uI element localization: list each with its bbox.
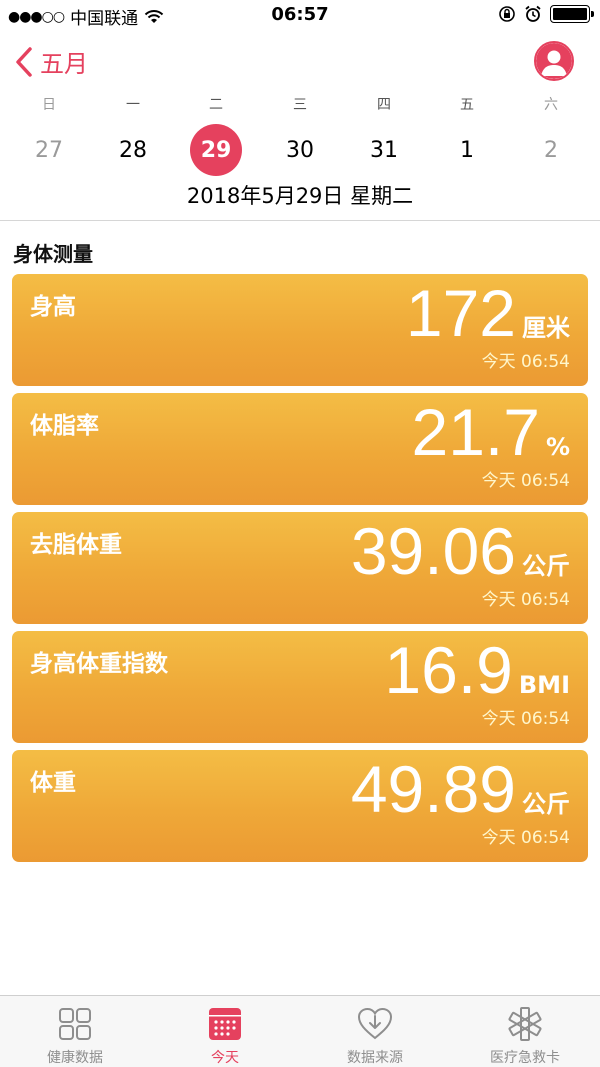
selected-date-label: 2018年5月29日 星期二 bbox=[186, 184, 414, 208]
person-icon bbox=[536, 43, 572, 79]
status-bar: ●●●○○ 中国联通 06:57 bbox=[0, 0, 600, 30]
profile-button[interactable] bbox=[534, 41, 574, 81]
tab-label: 医疗急救卡 bbox=[490, 1050, 560, 1066]
weekday-label: 五 bbox=[460, 97, 474, 113]
card-value: 21.7 bbox=[411, 395, 540, 469]
weekday-label: 六 bbox=[544, 97, 558, 113]
card-value: 16.9 bbox=[384, 633, 513, 707]
card-title: 身高 bbox=[30, 294, 76, 320]
tab-sources[interactable]: 数据来源 bbox=[300, 996, 450, 1067]
card-unit: 公斤 bbox=[522, 552, 570, 580]
card-unit: BMI bbox=[518, 671, 570, 699]
medical-star-icon bbox=[508, 1007, 542, 1041]
back-button[interactable]: 五月 bbox=[14, 44, 88, 79]
tab-health-data[interactable]: 健康数据 bbox=[0, 996, 150, 1067]
date-cell-selected[interactable]: 29 bbox=[190, 124, 242, 176]
date-cell[interactable]: 28 bbox=[107, 124, 159, 176]
card-title: 去脂体重 bbox=[30, 532, 122, 558]
card-unit: 公斤 bbox=[522, 790, 570, 818]
card-timestamp: 今天 06:54 bbox=[481, 471, 570, 491]
chevron-left-icon bbox=[16, 46, 32, 77]
measurement-card-lean-mass[interactable]: 去脂体重 39.06 公斤 今天 06:54 bbox=[12, 512, 588, 624]
card-value-group: 49.89 公斤 bbox=[351, 756, 570, 822]
measurement-card-height[interactable]: 身高 172 厘米 今天 06:54 bbox=[12, 274, 588, 386]
measurement-card-weight[interactable]: 体重 49.89 公斤 今天 06:54 bbox=[12, 750, 588, 862]
card-value-group: 172 厘米 bbox=[406, 280, 570, 346]
card-value-group: 16.9 BMI bbox=[384, 637, 570, 703]
battery-icon bbox=[550, 5, 594, 23]
weekday-row: 日 一 二 三 四 五 六 bbox=[0, 94, 600, 116]
measurement-card-body-fat[interactable]: 体脂率 21.7 % 今天 06:54 bbox=[12, 393, 588, 505]
header-divider bbox=[0, 220, 600, 221]
tab-today[interactable]: 今天 bbox=[150, 996, 300, 1067]
date-cell[interactable]: 2 bbox=[525, 124, 577, 176]
back-button-label: 五月 bbox=[40, 50, 88, 78]
date-cell[interactable]: 31 bbox=[358, 124, 410, 176]
date-cell[interactable]: 27 bbox=[23, 124, 75, 176]
rotation-lock-icon bbox=[499, 6, 515, 22]
card-title: 体重 bbox=[30, 770, 76, 796]
tab-medical-id[interactable]: 医疗急救卡 bbox=[450, 996, 600, 1067]
weekday-label: 日 bbox=[42, 97, 56, 113]
status-right bbox=[498, 5, 594, 23]
date-row: 27 28 29 30 31 1 2 bbox=[0, 124, 600, 176]
card-timestamp: 今天 06:54 bbox=[481, 590, 570, 610]
card-title: 体脂率 bbox=[30, 413, 99, 439]
card-timestamp: 今天 06:54 bbox=[481, 828, 570, 848]
card-unit: % bbox=[545, 433, 570, 461]
heart-download-icon bbox=[357, 1007, 393, 1040]
tab-bar: 健康数据 今天 数据来源 医疗急救卡 bbox=[0, 995, 600, 1067]
date-cell[interactable]: 30 bbox=[274, 124, 326, 176]
measurement-card-list: 身高 172 厘米 今天 06:54 体脂率 21.7 % 今天 06:54 去… bbox=[12, 274, 588, 869]
card-timestamp: 今天 06:54 bbox=[481, 709, 570, 729]
grid-icon bbox=[59, 1008, 91, 1040]
weekday-label: 三 bbox=[293, 97, 307, 113]
card-unit: 厘米 bbox=[522, 314, 570, 342]
card-value: 172 bbox=[405, 276, 516, 350]
card-value: 49.89 bbox=[350, 752, 516, 826]
weekday-label: 二 bbox=[209, 97, 223, 113]
card-value: 39.06 bbox=[350, 514, 516, 588]
card-value-group: 21.7 % bbox=[411, 399, 570, 465]
calendar-icon bbox=[209, 1008, 241, 1040]
date-cell[interactable]: 1 bbox=[441, 124, 493, 176]
card-value-group: 39.06 公斤 bbox=[351, 518, 570, 584]
measurement-card-bmi[interactable]: 身高体重指数 16.9 BMI 今天 06:54 bbox=[12, 631, 588, 743]
tab-label: 健康数据 bbox=[47, 1050, 103, 1066]
weekday-label: 四 bbox=[377, 97, 391, 113]
section-title: 身体测量 bbox=[13, 242, 93, 266]
alarm-clock-icon bbox=[525, 5, 541, 22]
card-timestamp: 今天 06:54 bbox=[481, 352, 570, 372]
weekday-label: 一 bbox=[126, 97, 140, 113]
tab-label: 今天 bbox=[211, 1050, 239, 1066]
tab-label: 数据来源 bbox=[347, 1050, 403, 1066]
card-title: 身高体重指数 bbox=[30, 651, 168, 677]
